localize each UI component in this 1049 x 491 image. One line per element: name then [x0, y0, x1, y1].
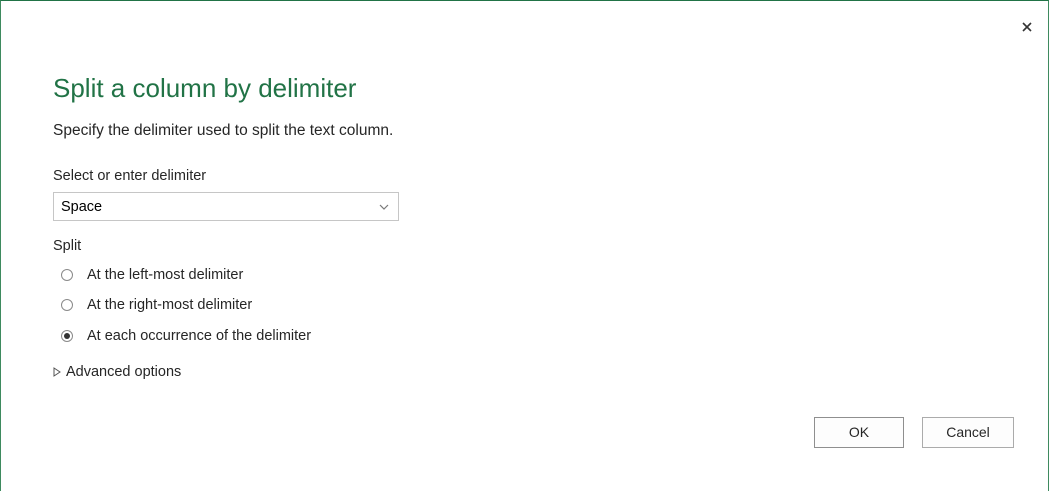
radio-right-most[interactable]: At the right-most delimiter — [61, 294, 252, 316]
delimiter-select[interactable]: Space — [53, 192, 399, 221]
cancel-button[interactable]: Cancel — [922, 417, 1014, 448]
advanced-options-label: Advanced options — [66, 364, 182, 380]
radio-left-most[interactable]: At the left-most delimiter — [61, 264, 243, 286]
close-button[interactable] — [1019, 19, 1035, 35]
dialog-description: Specify the delimiter used to split the … — [53, 122, 394, 139]
ok-button[interactable]: OK — [814, 417, 904, 448]
delimiter-selected-value: Space — [61, 199, 103, 215]
radio-label: At each occurrence of the delimiter — [87, 328, 312, 344]
radio-button[interactable] — [61, 269, 73, 281]
radio-button[interactable] — [61, 299, 73, 311]
expand-triangle-icon — [53, 367, 61, 377]
split-label: Split — [53, 238, 82, 254]
close-icon — [1022, 22, 1032, 32]
split-column-dialog: Split a column by delimiter Specify the … — [0, 0, 1049, 491]
radio-label: At the right-most delimiter — [87, 297, 253, 313]
radio-each-occurrence[interactable]: At each occurrence of the delimiter — [61, 325, 311, 347]
radio-label: At the left-most delimiter — [87, 267, 244, 283]
dialog-title: Split a column by delimiter — [53, 73, 357, 103]
advanced-options-toggle[interactable]: Advanced options — [53, 361, 181, 383]
delimiter-label: Select or enter delimiter — [53, 168, 207, 184]
radio-button-selected[interactable] — [61, 330, 73, 342]
chevron-down-icon — [379, 204, 389, 210]
